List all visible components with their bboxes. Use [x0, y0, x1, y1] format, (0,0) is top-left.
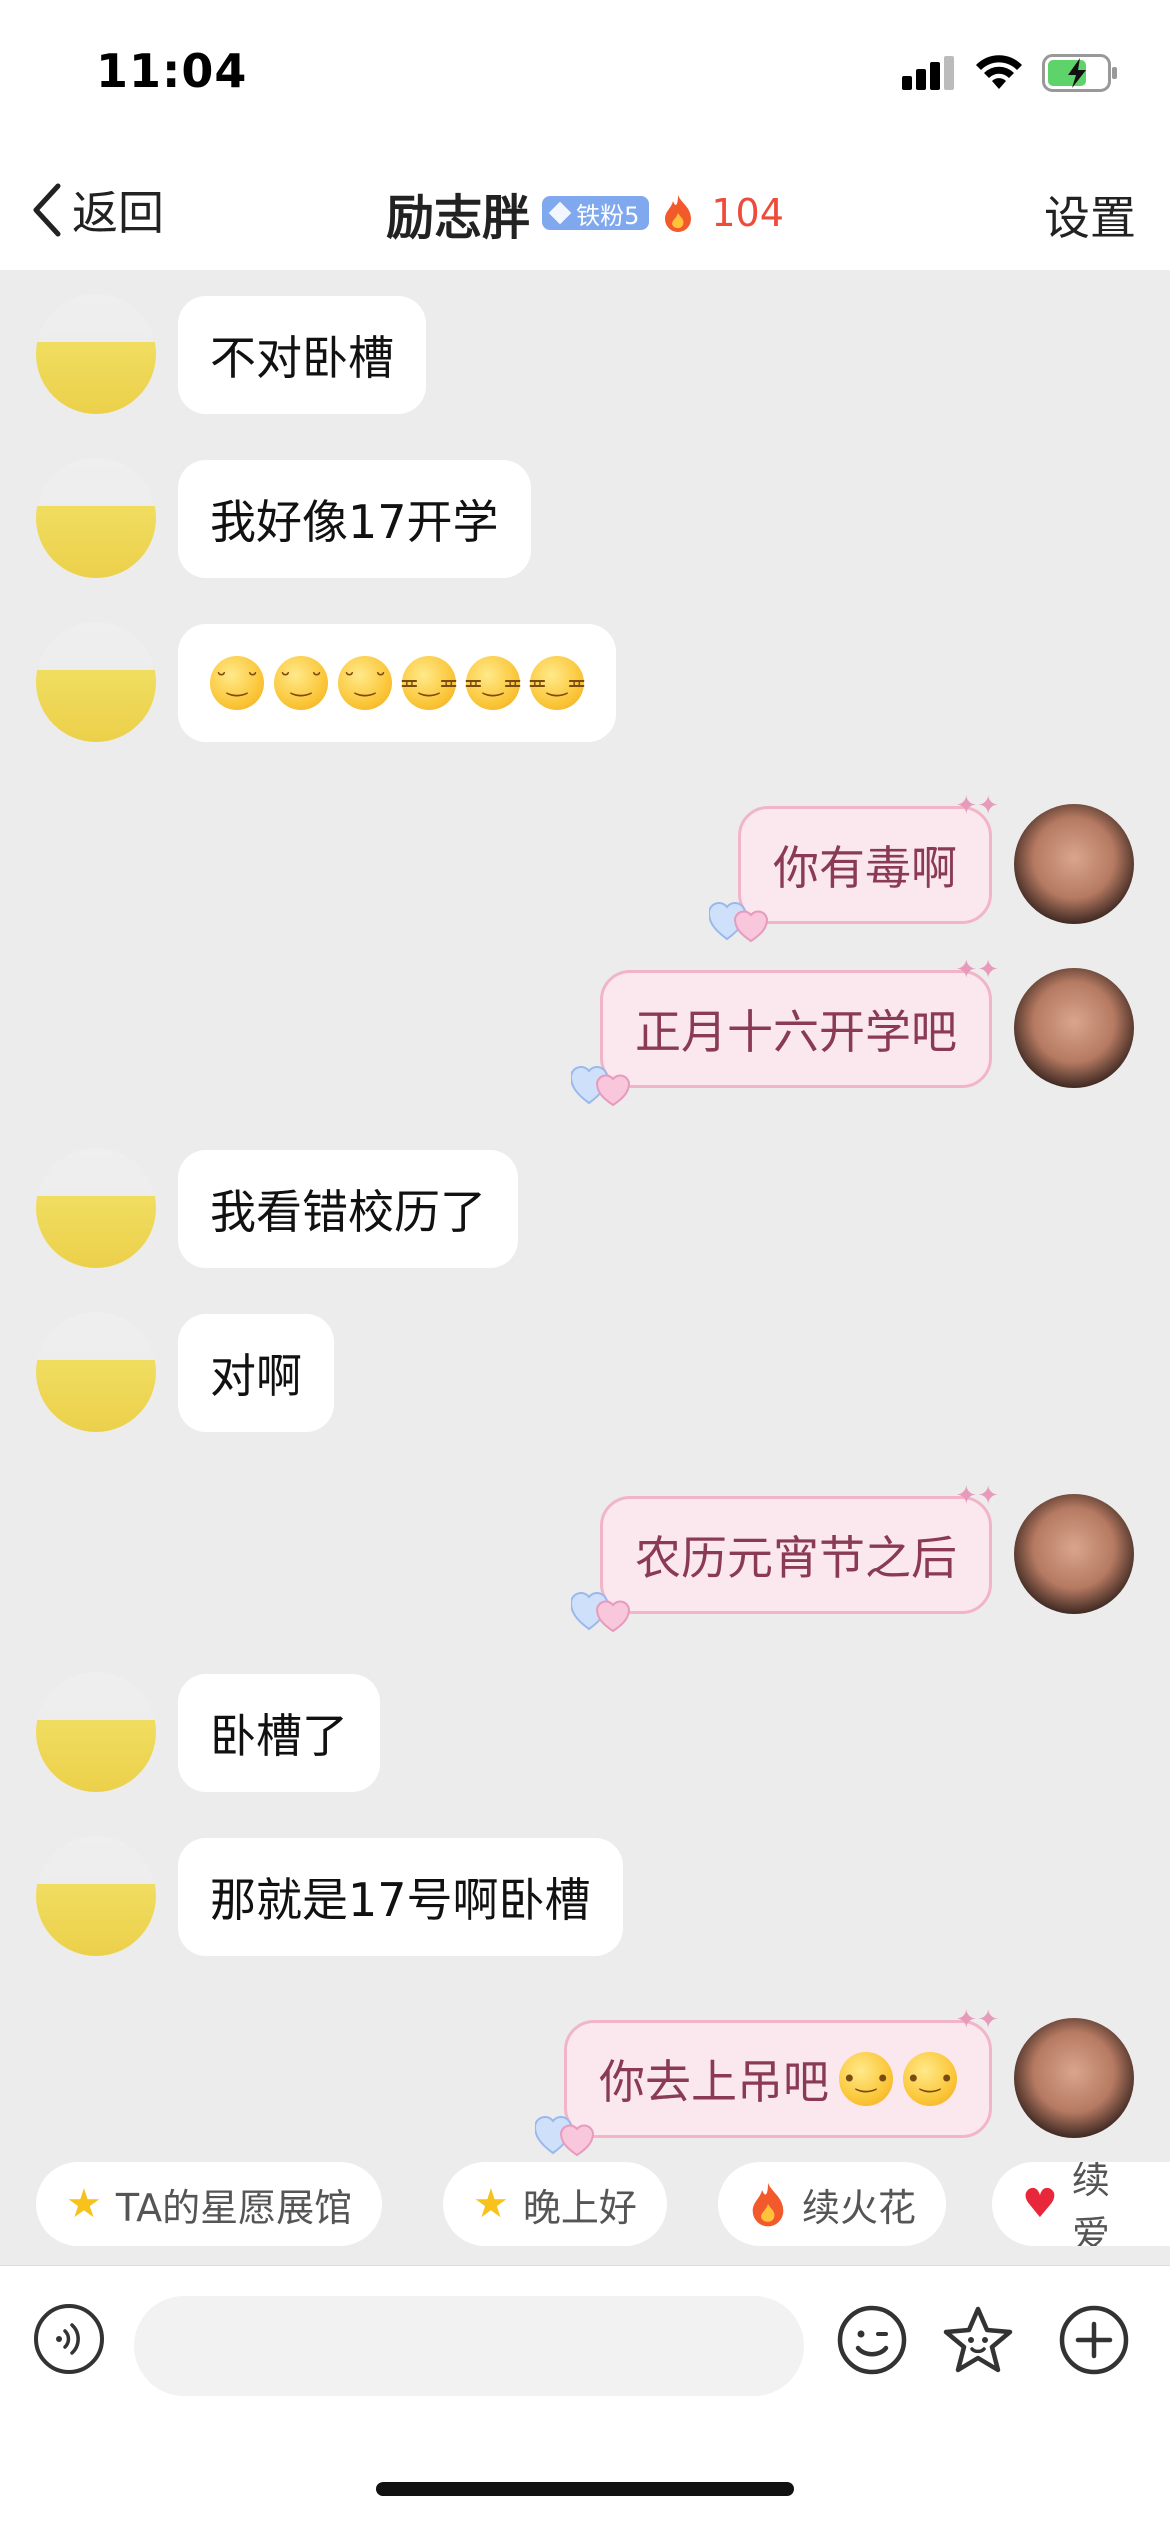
heart-icon: ♥	[1022, 2181, 1058, 2227]
message-row: 农历元宵节之后 ✦✦	[0, 1481, 1170, 1633]
diamond-icon	[548, 201, 572, 225]
fan-level-badge: 铁粉5	[542, 196, 650, 230]
slight-smile-face-icon: •‿•	[839, 2052, 893, 2106]
user-avatar[interactable]	[1014, 968, 1134, 1088]
message-row: 你去上吊吧 •‿• •‿• ✦✦	[0, 2005, 1170, 2157]
user-avatar[interactable]	[1014, 804, 1134, 924]
status-time: 11:04	[96, 44, 248, 98]
message-bubble-outgoing[interactable]: 农历元宵节之后 ✦✦	[571, 1481, 999, 1633]
wifi-icon	[976, 55, 1022, 89]
contact-avatar[interactable]	[36, 458, 156, 578]
add-button-icon[interactable]	[1058, 2304, 1130, 2376]
voice-button[interactable]	[34, 2304, 104, 2374]
confused-grin-face-icon: ≖‿≖	[527, 656, 587, 710]
contact-avatar[interactable]	[36, 1148, 156, 1268]
signal-icon	[902, 56, 954, 90]
message-row: 正月十六开学吧 ✦✦	[0, 955, 1170, 1107]
page-title: 励志胖	[386, 190, 531, 246]
message-bubble-outgoing[interactable]: 你有毒啊 ✦✦	[709, 791, 999, 943]
contact-avatar[interactable]	[36, 1836, 156, 1956]
fan-badge-label: 铁粉5	[576, 201, 640, 230]
sparkle-stars-icon: ✦✦	[955, 791, 999, 821]
status-bar: 11:04	[0, 0, 1170, 150]
message-bubble-incoming[interactable]: ˘‿˘ ˘‿˘ ˘‿˘ ≖‿≖ ≖‿≖ ≖‿≖	[178, 624, 616, 742]
message-bubble-incoming[interactable]: 不对卧槽	[178, 296, 426, 414]
chip-continue-love[interactable]: ♥ 续爱	[992, 2162, 1170, 2246]
sparkle-stars-icon: ✦✦	[955, 955, 999, 985]
title-group: 励志胖 铁粉5 104	[0, 178, 1170, 248]
sparkle-stars-icon: ✦✦	[955, 2005, 999, 2035]
emoji-button-icon[interactable]	[836, 2304, 908, 2376]
chip-label: TA的星愿展馆	[115, 2185, 353, 2230]
contact-avatar[interactable]	[36, 294, 156, 414]
hearts-decoration-icon	[571, 1066, 631, 1107]
chip-label: 晚上好	[522, 2185, 637, 2230]
message-row: 对啊	[0, 1306, 1170, 1436]
chip-continue-spark[interactable]: 续火花	[718, 2162, 947, 2246]
message-bubble-incoming[interactable]: 对啊	[178, 1314, 334, 1432]
star-icon: ★	[66, 2181, 102, 2227]
message-input[interactable]	[134, 2296, 804, 2396]
contact-avatar[interactable]	[36, 1672, 156, 1792]
message-row: ˘‿˘ ˘‿˘ ˘‿˘ ≖‿≖ ≖‿≖ ≖‿≖	[0, 616, 1170, 746]
user-avatar[interactable]	[1014, 1494, 1134, 1614]
battery-charging-icon	[1042, 54, 1117, 92]
streak-count: 104	[711, 191, 784, 235]
settings-button[interactable]: 设置	[1044, 182, 1136, 248]
flame-icon	[665, 195, 692, 232]
message-bubble-incoming[interactable]: 我看错校历了	[178, 1150, 518, 1268]
chip-good-evening[interactable]: ★ 晚上好	[443, 2162, 667, 2246]
slight-smile-face-icon: •‿•	[903, 2052, 957, 2106]
star-sticker-button-icon[interactable]	[942, 2304, 1014, 2376]
message-bubble-outgoing[interactable]: 正月十六开学吧 ✦✦	[571, 955, 999, 1107]
downcast-sweat-face-icon: ˘‿˘	[210, 656, 264, 710]
chip-star-gallery[interactable]: ★ TA的星愿展馆	[36, 2162, 383, 2246]
home-indicator[interactable]	[376, 2482, 794, 2496]
voice-waves-icon	[56, 2323, 80, 2355]
message-bubble-incoming[interactable]: 我好像17开学	[178, 460, 531, 578]
hearts-decoration-icon	[535, 2116, 595, 2157]
message-text: 你去上吊吧	[599, 2055, 829, 2109]
message-text: 你有毒啊	[773, 841, 957, 895]
message-row: 你有毒啊 ✦✦	[0, 791, 1170, 943]
hearts-decoration-icon	[709, 902, 769, 943]
user-avatar[interactable]	[1014, 2018, 1134, 2138]
contact-avatar[interactable]	[36, 1312, 156, 1432]
confused-grin-face-icon: ≖‿≖	[399, 656, 459, 710]
chip-label: 续爱	[1071, 2162, 1110, 2246]
status-icons	[902, 48, 1120, 98]
message-row: 我看错校历了	[0, 1142, 1170, 1272]
message-text: 正月十六开学吧	[635, 1005, 957, 1059]
downcast-sweat-face-icon: ˘‿˘	[274, 656, 328, 710]
message-bubble-incoming[interactable]: 那就是17号啊卧槽	[178, 1838, 623, 1956]
quick-reply-chips: ★ TA的星愿展馆 ★ 晚上好 续火花 ♥ 续爱	[0, 2152, 1170, 2262]
message-row: 卧槽了	[0, 1666, 1170, 1796]
nav-bar: 返回 励志胖 铁粉5 104 设置	[0, 150, 1170, 270]
flame-icon	[752, 2182, 784, 2227]
smiling-star-icon: ★	[473, 2181, 509, 2227]
chat-area[interactable]: 不对卧槽 我好像17开学 ˘‿˘ ˘‿˘ ˘‿˘ ≖‿≖ ≖‿≖ ≖‿≖ 你有毒…	[0, 270, 1170, 2265]
chip-label: 续火花	[802, 2185, 917, 2230]
sparkle-stars-icon: ✦✦	[955, 1481, 999, 1511]
message-row: 那就是17号啊卧槽	[0, 1830, 1170, 1960]
message-row: 我好像17开学	[0, 452, 1170, 582]
downcast-sweat-face-icon: ˘‿˘	[338, 656, 392, 710]
message-bubble-incoming[interactable]: 卧槽了	[178, 1674, 380, 1792]
hearts-decoration-icon	[571, 1592, 631, 1633]
message-row: 不对卧槽	[0, 288, 1170, 418]
confused-grin-face-icon: ≖‿≖	[463, 656, 523, 710]
message-text: 农历元宵节之后	[635, 1531, 957, 1585]
message-bubble-outgoing[interactable]: 你去上吊吧 •‿• •‿• ✦✦	[535, 2005, 999, 2157]
contact-avatar[interactable]	[36, 622, 156, 742]
